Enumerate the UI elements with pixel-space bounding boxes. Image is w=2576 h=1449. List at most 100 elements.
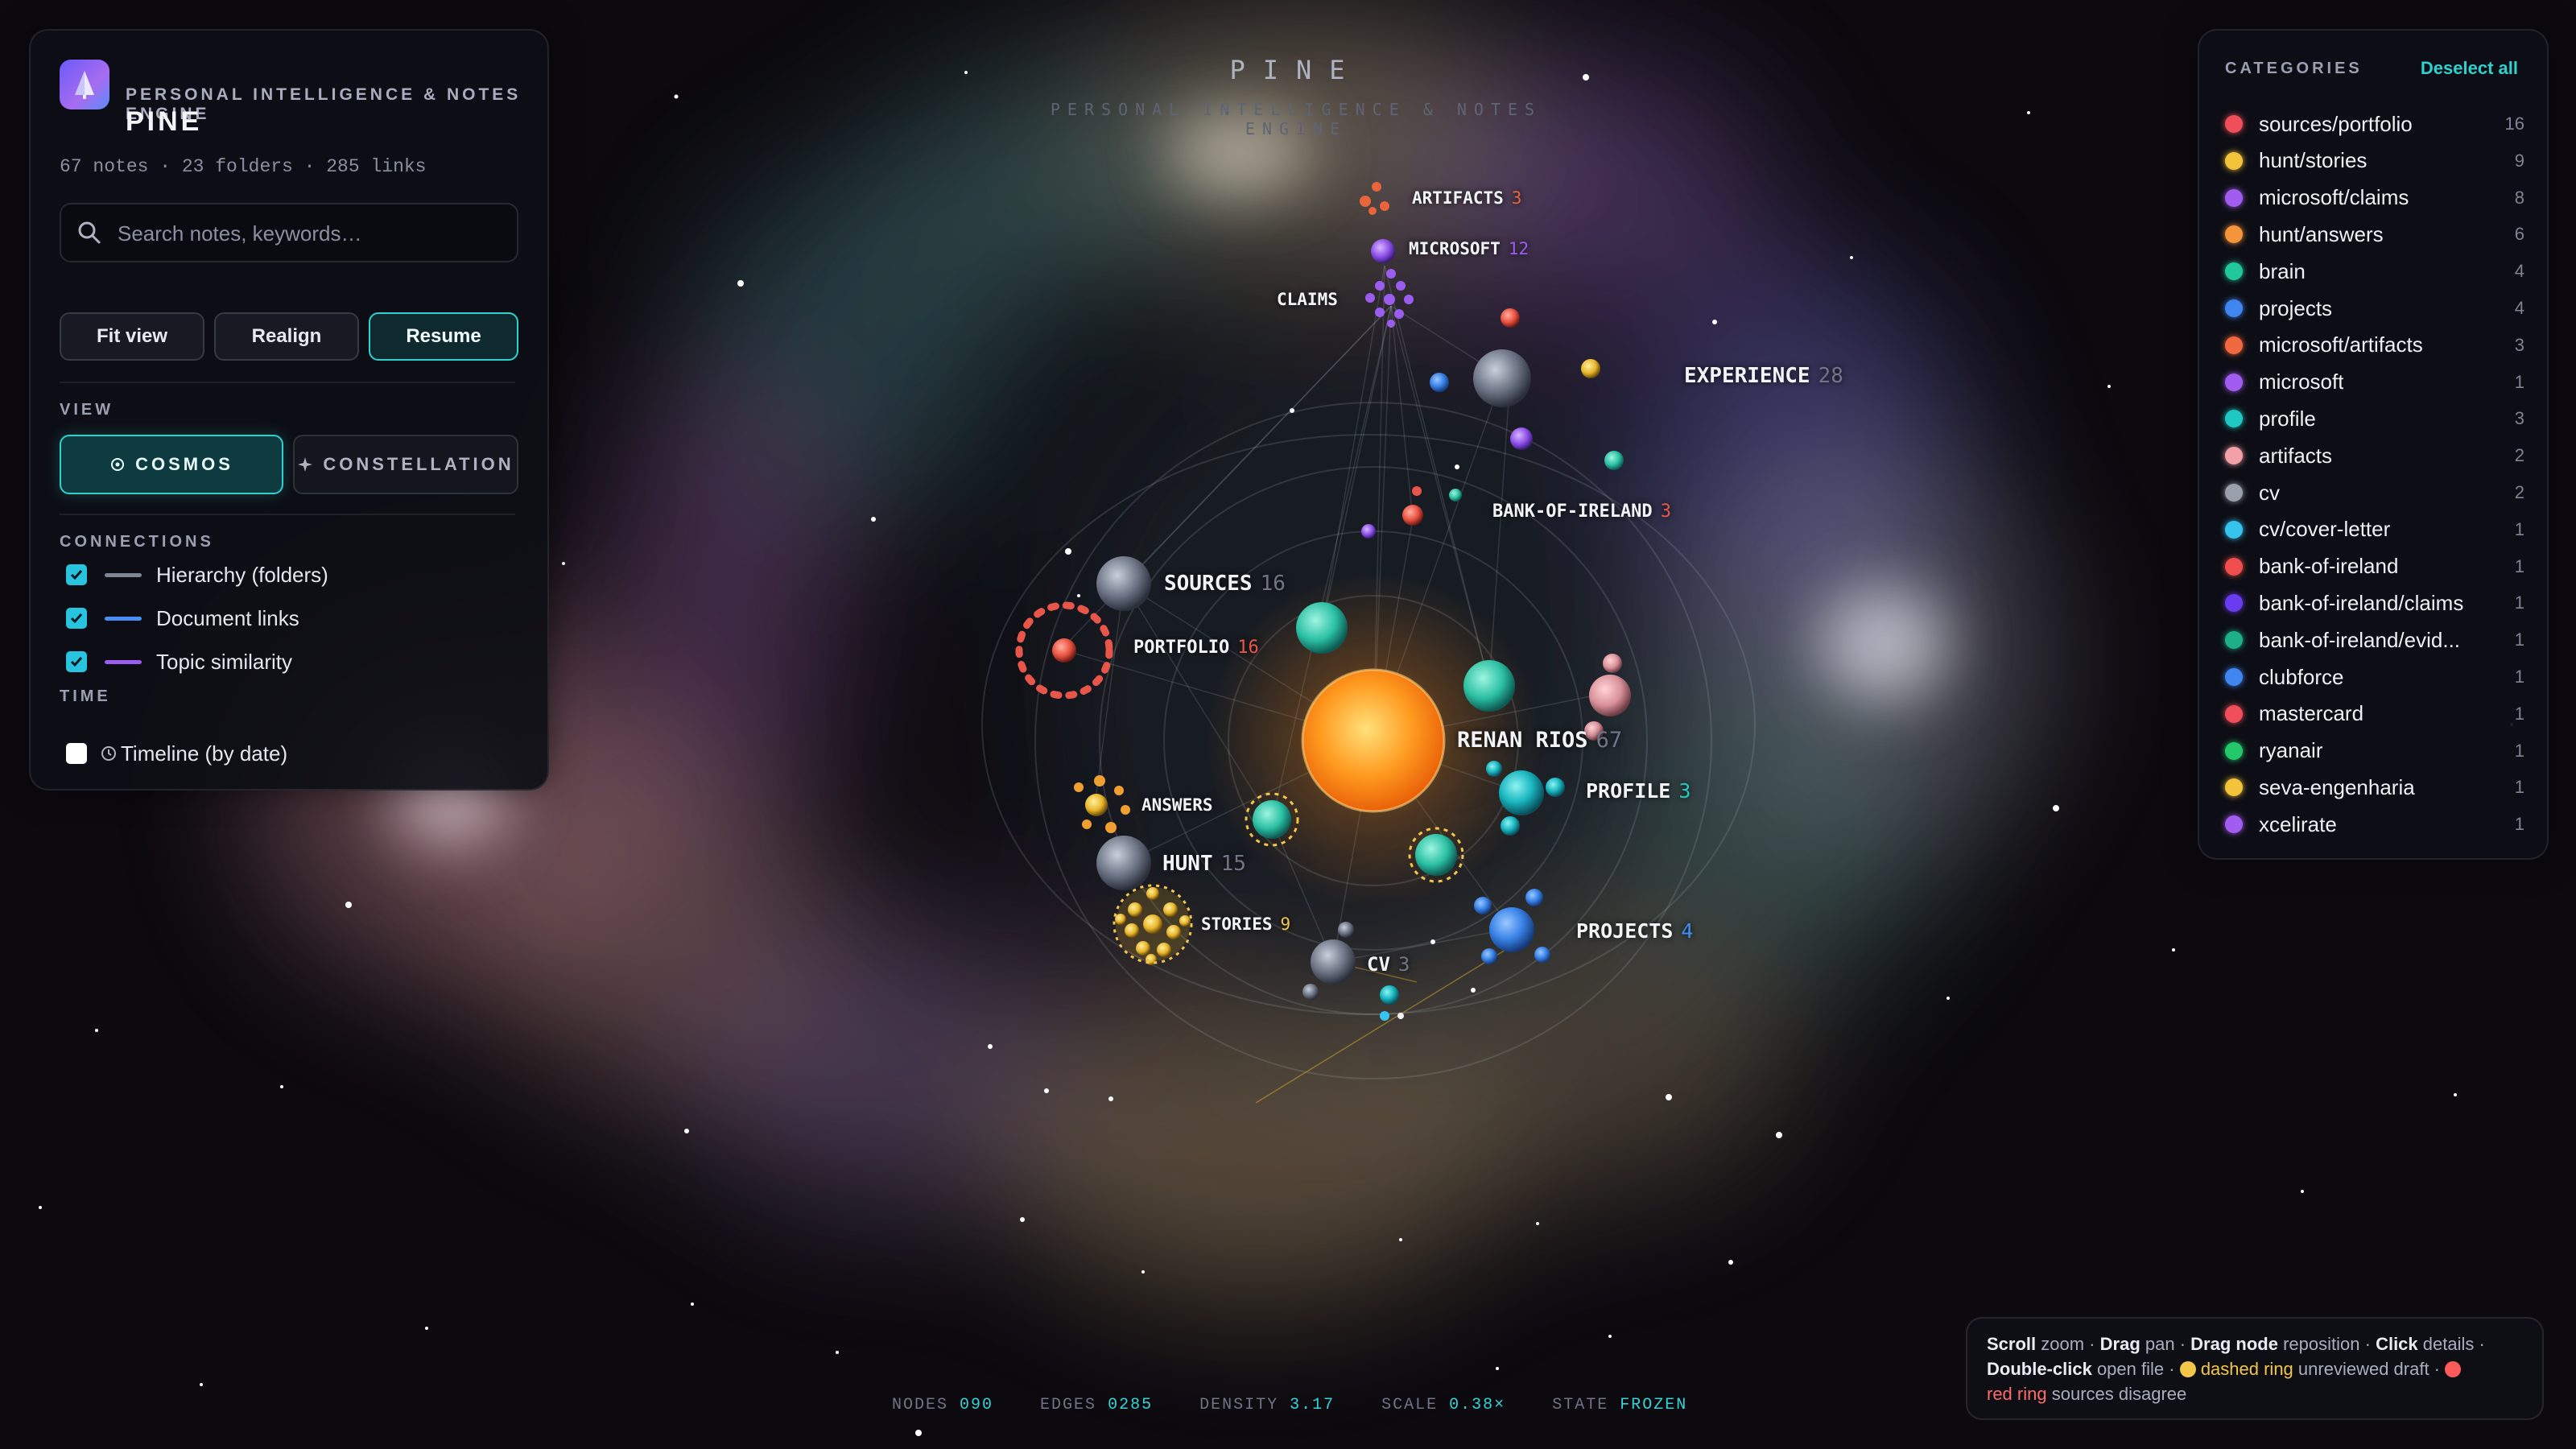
category-item[interactable]: hunt/stories 9 <box>2225 145 2524 177</box>
category-item[interactable]: microsoft/claims 8 <box>2225 182 2524 214</box>
category-name: clubforce <box>2259 664 2344 689</box>
vault-stats: 67 notes · 23 folders · 285 links <box>60 156 427 177</box>
node-label-claims[interactable]: CLAIMS <box>1277 290 1338 309</box>
category-color-dot <box>2225 225 2243 244</box>
category-name: projects <box>2259 295 2333 320</box>
timeline-toggle[interactable]: Timeline (by date) <box>66 741 287 766</box>
category-name: artifacts <box>2259 443 2333 468</box>
category-item[interactable]: cv 2 <box>2225 477 2524 509</box>
category-count: 2 <box>2514 445 2524 466</box>
connection-hierarchy-toggle[interactable]: Hierarchy (folders) <box>66 562 328 588</box>
category-color-dot <box>2225 557 2243 576</box>
category-count: 4 <box>2514 298 2524 318</box>
view-cosmos-label: COSMOS <box>135 454 233 474</box>
category-item[interactable]: microsoft/artifacts 3 <box>2225 329 2524 361</box>
category-item[interactable]: sources/portfolio 16 <box>2225 108 2524 140</box>
app-name: PINE <box>126 106 203 137</box>
node-brain-1[interactable] <box>1296 602 1348 654</box>
node-label-sources[interactable]: SOURCES 16 <box>1164 572 1286 596</box>
category-item[interactable]: brain 4 <box>2225 255 2524 287</box>
status-state: STATE FROZEN <box>1552 1396 1687 1414</box>
interaction-hints: Scroll zoom · Drag pan · Drag node repos… <box>1966 1317 2544 1420</box>
category-color-dot <box>2225 336 2243 354</box>
node-hunt[interactable] <box>1096 836 1151 890</box>
node-label-renan-rios[interactable]: RENAN RIOS 67 <box>1457 728 1622 753</box>
node-label-answers[interactable]: ANSWERS <box>1141 795 1213 815</box>
node-label-projects[interactable]: PROJECTS 4 <box>1576 919 1693 943</box>
category-color-dot <box>2225 373 2243 391</box>
status-state-label: STATE <box>1552 1396 1609 1414</box>
category-name: bank-of-ireland <box>2259 554 2399 579</box>
status-state-value: FROZEN <box>1620 1396 1688 1414</box>
realign-button[interactable]: Realign <box>214 312 359 361</box>
search-input[interactable] <box>116 214 506 253</box>
category-item[interactable]: artifacts 2 <box>2225 440 2524 472</box>
divider <box>60 382 515 383</box>
node-label-microsoft[interactable]: MICROSOFT 12 <box>1409 239 1529 258</box>
category-item[interactable]: hunt/answers 6 <box>2225 218 2524 250</box>
checkbox-checked[interactable] <box>66 564 87 585</box>
checkbox-checked[interactable] <box>66 651 87 672</box>
status-density-value: 3.17 <box>1290 1396 1335 1414</box>
node-label-experience[interactable]: EXPERIENCE 28 <box>1684 364 1843 388</box>
pine-tree-icon <box>75 71 94 99</box>
hint-dashed-ring-action: unreviewed draft · <box>2297 1359 2441 1379</box>
category-item[interactable]: seva-engenharia 1 <box>2225 771 2524 803</box>
fit-view-button[interactable]: Fit view <box>60 312 204 361</box>
category-count: 1 <box>2514 814 2524 835</box>
category-count: 1 <box>2514 740 2524 761</box>
category-item[interactable]: projects 4 <box>2225 292 2524 324</box>
status-nodes: NODES 090 <box>892 1396 993 1414</box>
hint-double-click-action: open file · <box>2096 1359 2175 1379</box>
node-label-cv[interactable]: CV 3 <box>1367 953 1410 976</box>
node-label-stories[interactable]: STORIES 9 <box>1201 914 1290 934</box>
checkbox-checked[interactable] <box>66 608 87 629</box>
hint-double-click: Double-click <box>1987 1359 2092 1379</box>
time-section-label: TIME <box>60 687 111 705</box>
node-label-bank-of-ireland[interactable]: BANK-OF-IRELAND 3 <box>1492 502 1671 522</box>
category-item[interactable]: mastercard 1 <box>2225 698 2524 730</box>
node-label-hunt[interactable]: HUNT 15 <box>1162 852 1246 876</box>
view-constellation-button[interactable]: CONSTELLATION <box>293 435 518 494</box>
search-box[interactable] <box>60 203 518 262</box>
category-color-dot <box>2225 778 2243 797</box>
node-label-profile[interactable]: PROFILE 3 <box>1586 779 1690 803</box>
category-item[interactable]: bank-of-ireland/claims 1 <box>2225 587 2524 619</box>
category-name: hunt/answers <box>2259 221 2384 246</box>
node-label-artifacts[interactable]: ARTIFACTS 3 <box>1412 188 1521 208</box>
divider <box>60 514 515 515</box>
deselect-all-link[interactable]: Deselect all <box>2421 58 2518 79</box>
connection-document-links-toggle[interactable]: Document links <box>66 605 299 631</box>
view-cosmos-button[interactable]: COSMOS <box>60 435 283 494</box>
category-item[interactable]: bank-of-ireland/evid... 1 <box>2225 624 2524 656</box>
category-color-dot <box>2225 299 2243 317</box>
category-item[interactable]: microsoft 1 <box>2225 366 2524 398</box>
category-color-dot <box>2225 484 2243 502</box>
node-sources[interactable] <box>1096 556 1151 611</box>
hint-scroll-action: zoom · <box>2041 1334 2095 1354</box>
category-color-dot <box>2225 262 2243 281</box>
category-item[interactable]: bank-of-ireland 1 <box>2225 551 2524 583</box>
category-color-dot <box>2225 704 2243 723</box>
node-label-portfolio[interactable]: PORTFOLIO 16 <box>1133 638 1259 658</box>
category-item[interactable]: profile 3 <box>2225 402 2524 435</box>
category-item[interactable]: clubforce 1 <box>2225 661 2524 693</box>
hint-drag-action: pan · <box>2145 1334 2186 1354</box>
view-constellation-label: CONSTELLATION <box>323 454 514 474</box>
category-count: 1 <box>2514 777 2524 798</box>
category-item[interactable]: ryanair 1 <box>2225 735 2524 767</box>
checkbox-unchecked[interactable] <box>66 743 87 764</box>
resume-button[interactable]: Resume <box>369 312 518 361</box>
category-item[interactable]: xcelirate 1 <box>2225 808 2524 840</box>
hierarchy-line-swatch <box>105 572 142 577</box>
category-item[interactable]: cv/cover-letter 1 <box>2225 514 2524 546</box>
category-color-dot <box>2225 520 2243 539</box>
connection-topic-similarity-toggle[interactable]: Topic similarity <box>66 649 292 675</box>
categories-header: CATEGORIES <box>2225 60 2363 77</box>
hint-drag-node-action: reposition · <box>2283 1334 2371 1354</box>
status-edges: EDGES 0285 <box>1040 1396 1153 1414</box>
category-name: brain <box>2259 258 2306 283</box>
node-microsoft[interactable] <box>1371 239 1395 263</box>
topic-similarity-line-swatch <box>105 659 142 664</box>
node-brain-2[interactable] <box>1463 660 1515 712</box>
